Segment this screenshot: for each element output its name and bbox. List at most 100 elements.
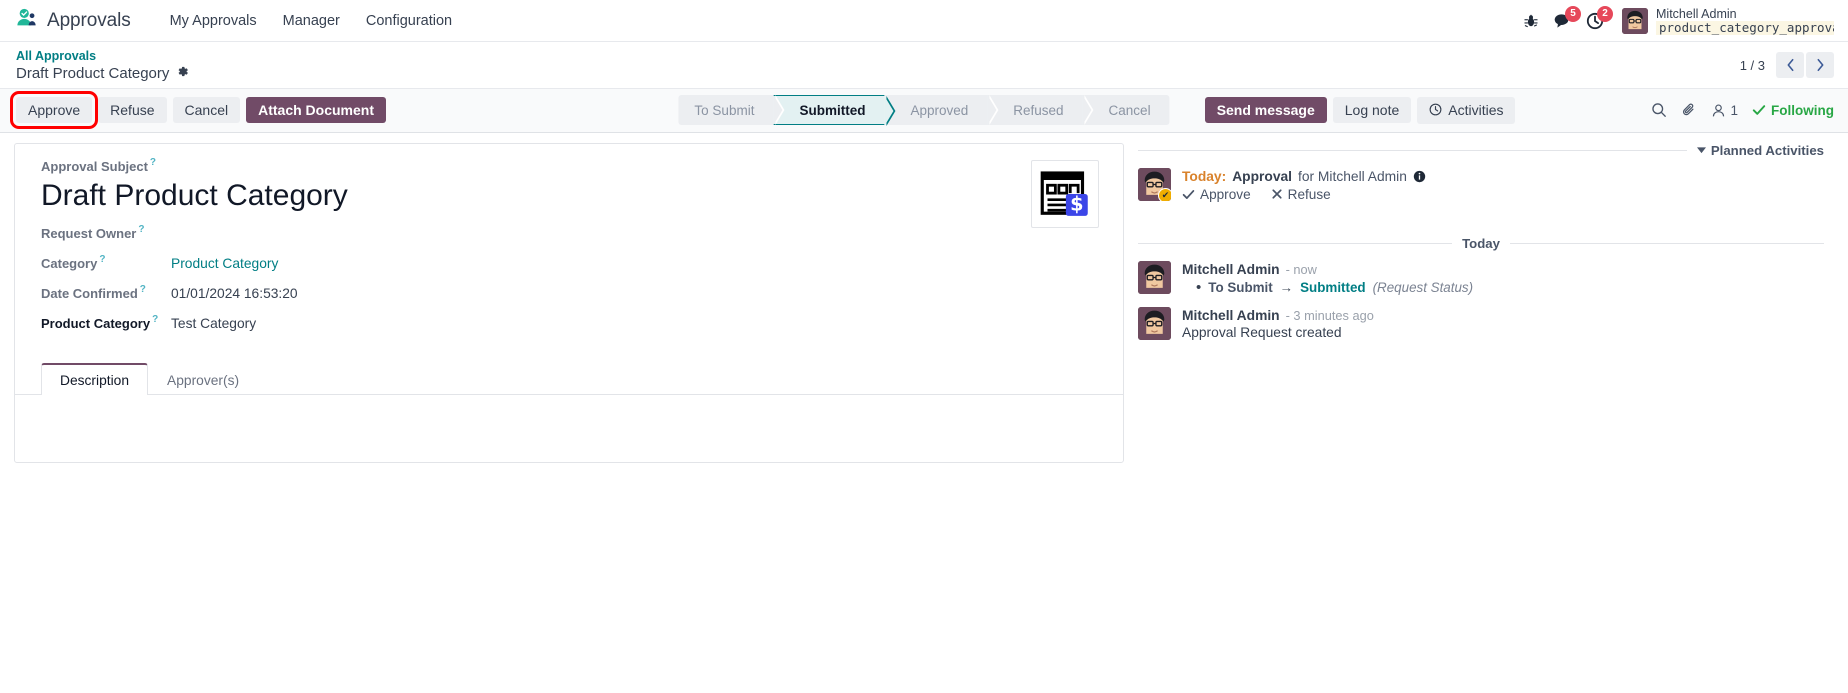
bug-icon[interactable] [1523,13,1539,29]
menu-item-my-approvals[interactable]: My Approvals [157,7,270,35]
main-menu: My Approvals Manager Configuration [157,7,466,35]
help-marker-icon[interactable]: ? [138,224,144,235]
day-divider-today: Today [1138,235,1825,251]
breadcrumb-parent-all-approvals[interactable]: All Approvals [16,48,189,64]
form-column: Approval Subject? Draft Product Category… [0,133,1124,693]
tracking-field-name: (Request Status) [1372,279,1474,295]
product-category-label: Product Category? [41,313,159,331]
send-message-button[interactable]: Send message [1204,97,1327,124]
followers-button[interactable]: 1 [1711,103,1738,118]
activities-button[interactable]: Activities [1417,96,1516,124]
category-value[interactable]: Product Category [171,256,278,271]
help-marker-icon[interactable]: ? [99,254,105,265]
user-name-label: Mitchell Admin [1656,6,1737,21]
date-confirmed-value[interactable]: 01/01/2024 16:53:20 [171,286,298,301]
gear-icon[interactable] [176,64,189,84]
activity-status-icon: ✔ [1158,187,1171,201]
cancel-button[interactable]: Cancel [172,97,241,124]
pager-previous-button[interactable] [1776,52,1804,78]
avatar: ✔ [1138,167,1171,201]
clock-icon [1429,103,1442,116]
help-marker-icon[interactable]: ? [140,284,146,295]
description-pane[interactable] [41,395,1105,483]
status-stage-approved[interactable]: Approved [884,95,999,126]
product-category-value[interactable]: Test Category [171,316,256,331]
pager-next-button[interactable] [1806,52,1834,78]
chatter-column: Planned Activities ✔ Today: Approval for… [1124,133,1848,693]
activity-type-label: Approval [1232,168,1292,184]
day-divider-label: Today [1462,235,1500,251]
search-icon[interactable] [1651,102,1667,118]
message-item: Mitchell Admin - 3 minutes ago Approval … [1138,306,1824,340]
document-dollar-icon: $ [1031,159,1099,228]
pager-count: 1 / 3 [1739,57,1765,73]
tab-approvers[interactable]: Approver(s) [148,364,258,395]
log-note-button[interactable]: Log note [1332,97,1412,124]
page-title: Draft Product Category [16,64,189,84]
messages-badge: 5 [1565,5,1581,22]
divider-rule [1138,242,1453,244]
tracking-new-value: Submitted [1300,279,1366,295]
caret-down-icon [1696,147,1706,153]
message-author[interactable]: Mitchell Admin [1182,262,1280,277]
check-icon [1752,105,1766,116]
attach-document-button[interactable]: Attach Document [246,97,387,124]
breadcrumb-row: All Approvals Draft Product Category 1 /… [0,42,1848,88]
field-row-date-confirmed: Date Confirmed? 01/01/2024 16:53:20 [41,284,1031,303]
activity-refuse-link[interactable]: Refuse [1271,187,1331,202]
approval-subject-label: Approval Subject? [41,156,157,174]
field-row-category: Category? Product Category [41,254,1031,273]
message-author[interactable]: Mitchell Admin [1182,308,1280,323]
activities-clock-icon[interactable]: 2 [1586,5,1613,30]
divider-rule [1509,242,1825,244]
planned-activity-item: ✔ Today: Approval for Mitchell Admin App… [1138,167,1824,202]
breadcrumb: All Approvals Draft Product Category [16,48,189,84]
date-confirmed-label: Date Confirmed? [41,283,146,301]
followers-count-label: 1 [1730,102,1738,118]
chevron-left-icon [1787,58,1793,72]
approval-subject-value[interactable]: Draft Product Category [41,179,1031,212]
chatter-status-group: 1 Following [1651,102,1834,118]
info-icon[interactable] [1413,170,1426,183]
database-name-label: product_category_approva… [1656,20,1834,35]
message-timestamp: - now [1285,261,1317,277]
activity-due-label: Today: [1182,168,1227,184]
status-bar: To Submit Submitted Approved Refused Can… [678,95,1170,127]
app-name-label: Approvals [47,9,131,31]
activity-assignee-label: for Mitchell Admin [1298,168,1407,184]
bullet-icon: • [1196,278,1202,296]
status-stage-refused[interactable]: Refused [987,95,1094,126]
planned-activities-toggle[interactable]: Planned Activities [1696,143,1824,158]
field-row-product-category: Product Category? Test Category [41,314,1031,333]
approve-button[interactable]: Approve [9,91,99,130]
top-navbar: Approvals My Approvals Manager Configura… [0,0,1848,42]
control-panel: Approve Refuse Cancel Attach Document To… [0,87,1848,133]
paperclip-icon[interactable] [1681,102,1697,118]
user-menu[interactable]: Mitchell Admin product_category_approva… [1622,7,1834,35]
status-stage-cancel[interactable]: Cancel [1082,95,1170,126]
arrow-icon: → [1279,279,1294,295]
help-marker-icon[interactable]: ? [150,157,156,168]
messages-icon[interactable]: 5 [1553,5,1581,30]
record-action-buttons: Approve Refuse Cancel Attach Document [9,91,387,130]
approvals-app-icon [16,7,38,34]
help-marker-icon[interactable]: ? [152,314,158,325]
menu-item-manager[interactable]: Manager [270,7,353,35]
divider-rule [1138,149,1687,151]
app-brand[interactable]: Approvals [16,7,131,34]
svg-text:$: $ [1070,192,1083,215]
activity-approve-link[interactable]: Approve [1182,187,1251,202]
status-stage-submitted[interactable]: Submitted [773,95,896,127]
check-icon [1182,189,1195,199]
record-body: Approval Subject? Draft Product Category… [0,133,1848,693]
tab-description[interactable]: Description [41,362,149,395]
pager: 1 / 3 [1740,48,1834,78]
avatar [1138,306,1171,340]
menu-item-configuration[interactable]: Configuration [353,7,465,35]
refuse-button[interactable]: Refuse [98,97,167,124]
message-timestamp: - 3 minutes ago [1285,307,1374,323]
status-stage-to-submit[interactable]: To Submit [678,95,785,126]
message-body: Approval Request created [1182,324,1342,340]
planned-activities-divider: Planned Activities [1138,143,1824,158]
following-button[interactable]: Following [1752,103,1834,118]
